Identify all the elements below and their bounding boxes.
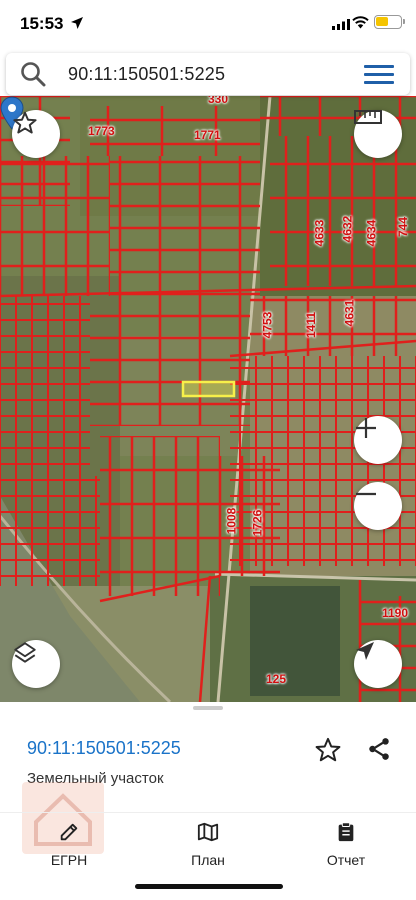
hamburger-menu-icon[interactable]: [364, 65, 394, 85]
map-label: 125: [266, 672, 287, 686]
sheet-drag-handle[interactable]: [193, 706, 223, 710]
parcel-info-sheet: 90:11:150501:5225 Земельный участок ЕГРН…: [0, 702, 416, 900]
bottom-tab-bar: ЕГРН План Отчет: [0, 812, 416, 872]
navigation-arrow-icon: [356, 642, 374, 660]
cellular-signal-icon: [332, 19, 350, 30]
location-arrow-icon: [71, 17, 83, 29]
tab-egrn[interactable]: ЕГРН: [24, 821, 114, 868]
status-time: 15:53: [20, 14, 64, 33]
map-label: 4631: [342, 299, 357, 327]
app-root: 15:53 90:11:150501:5225 1773 1771 330 46…: [0, 0, 416, 900]
clipboard-icon: [338, 822, 354, 842]
minus-icon: [356, 492, 376, 496]
map-label: 744: [396, 216, 411, 238]
wifi-icon: [352, 16, 369, 29]
map-label: 1411: [304, 311, 319, 339]
my-location-button[interactable]: [354, 640, 402, 688]
share-icon[interactable]: [366, 736, 392, 762]
map-label: 4753: [260, 311, 275, 339]
battery-icon: [374, 15, 405, 29]
home-indicator: [135, 884, 283, 889]
star-outline-icon[interactable]: [314, 736, 342, 764]
pencil-icon: [60, 823, 78, 841]
favorite-button[interactable]: [12, 110, 60, 158]
map-icon: [197, 822, 219, 842]
tab-label: План: [191, 852, 225, 868]
zoom-in-button[interactable]: [354, 416, 402, 464]
search-input[interactable]: 90:11:150501:5225: [68, 64, 225, 85]
star-outline-icon: [13, 111, 37, 134]
layers-button[interactable]: [12, 640, 60, 688]
map-label: 4634: [364, 219, 379, 247]
search-bar[interactable]: 90:11:150501:5225: [6, 53, 410, 95]
tab-label: Отчет: [326, 852, 366, 868]
search-icon[interactable]: [20, 61, 46, 87]
satellite-map: [0, 96, 416, 702]
map-label: 1008: [224, 507, 239, 535]
map-label: 330: [208, 96, 229, 106]
cadastral-number[interactable]: 90:11:150501:5225: [27, 738, 181, 759]
map-view[interactable]: 1773 1771 330 4633 4632 4634 744 4753 14…: [0, 96, 416, 702]
tab-label: ЕГРН: [50, 852, 88, 868]
map-label: 1726: [250, 509, 265, 537]
plus-icon: [356, 418, 376, 438]
map-label: 1773: [88, 124, 115, 138]
selected-parcel[interactable]: [181, 380, 236, 398]
map-label: 4633: [312, 219, 327, 247]
ruler-button[interactable]: [354, 110, 402, 158]
tab-plan[interactable]: План: [163, 821, 253, 868]
ruler-icon: [354, 110, 382, 124]
map-label: 1190: [382, 606, 409, 620]
status-bar: 15:53: [0, 0, 416, 48]
tab-report[interactable]: Отчет: [301, 821, 391, 868]
map-label: 4632: [340, 215, 355, 243]
map-label: 1771: [194, 128, 221, 142]
zoom-out-button[interactable]: [354, 482, 402, 530]
layers-icon: [14, 642, 36, 663]
